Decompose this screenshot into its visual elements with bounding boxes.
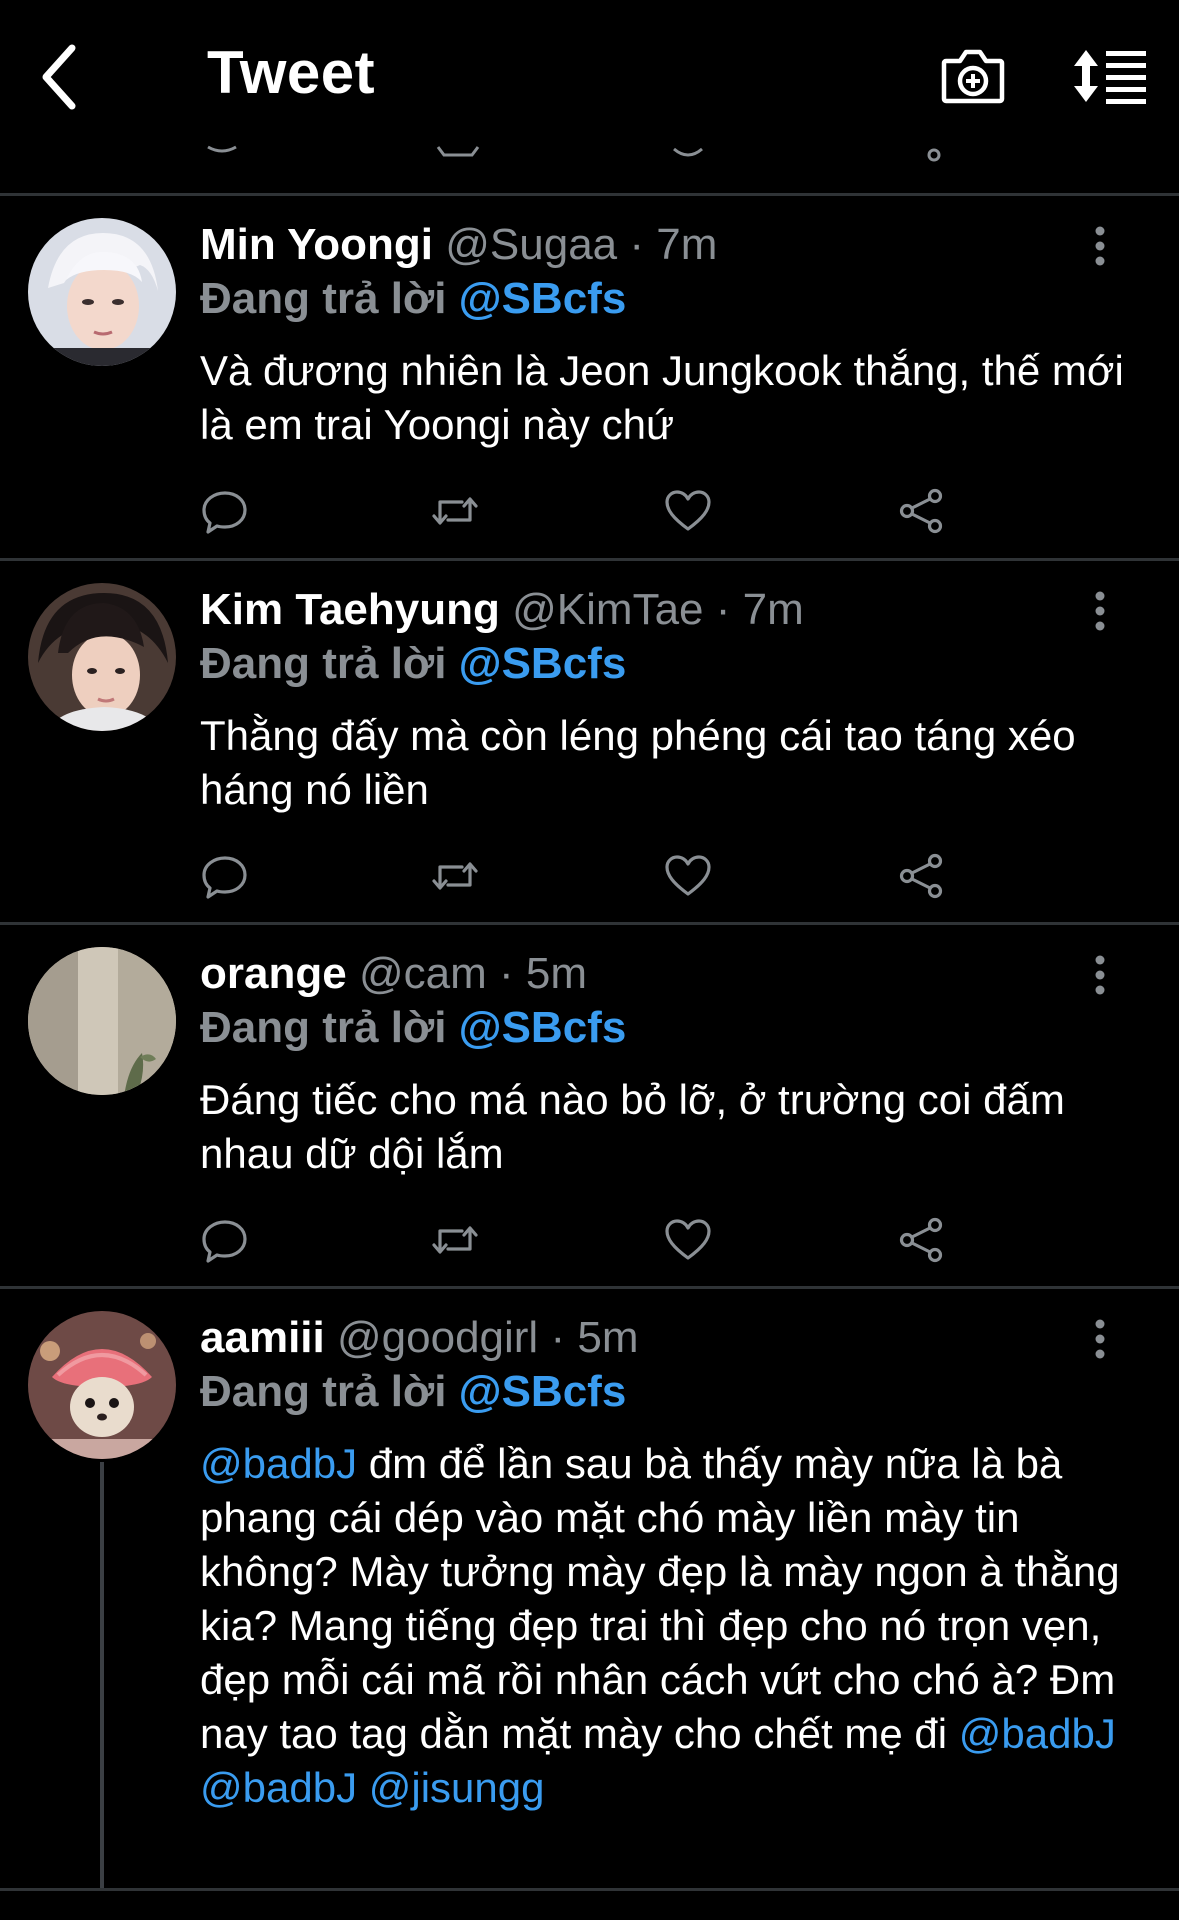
mention-link[interactable]: @badbJ bbox=[200, 1440, 357, 1487]
tweet-text: Và đương nhiên là Jeon Jungkook thắng, t… bbox=[200, 347, 1124, 448]
divider bbox=[0, 558, 1179, 561]
mention-link[interactable]: @SBcfs bbox=[459, 274, 627, 323]
replying-label: Đang trả lời bbox=[200, 1367, 447, 1416]
previous-tweet-actions bbox=[207, 145, 941, 162]
top-bar: Tweet bbox=[0, 0, 1179, 150]
timestamp: 5m bbox=[577, 1313, 639, 1362]
replying-to: Đang trả lời @SBcfs bbox=[200, 274, 626, 324]
more-options-icon[interactable] bbox=[1092, 591, 1108, 631]
camera-plus-icon[interactable] bbox=[940, 45, 1006, 107]
author-handle[interactable]: @Sugaa bbox=[445, 220, 617, 269]
more-options-icon[interactable] bbox=[1092, 955, 1108, 995]
tweet-actions bbox=[200, 851, 960, 901]
tweet-actions bbox=[200, 486, 960, 536]
reply-icon[interactable] bbox=[200, 486, 250, 536]
author-handle[interactable]: @cam bbox=[359, 949, 487, 998]
separator-dot: · bbox=[629, 220, 645, 269]
mention-link[interactable]: @SBcfs bbox=[459, 1003, 627, 1052]
author-name[interactable]: orange bbox=[200, 949, 347, 998]
timestamp: 7m bbox=[742, 585, 804, 634]
author-handle[interactable]: @KimTae bbox=[512, 585, 703, 634]
author-name[interactable]: Min Yoongi bbox=[200, 220, 433, 269]
divider bbox=[0, 1888, 1179, 1891]
like-icon[interactable] bbox=[663, 1215, 713, 1265]
reply-icon[interactable] bbox=[200, 1215, 250, 1265]
separator-dot: · bbox=[715, 585, 731, 634]
sort-list-icon[interactable] bbox=[1072, 48, 1148, 104]
share-icon[interactable] bbox=[897, 851, 947, 901]
tweet-text: @badbJ đm để lần sau bà thấy mày nữa là … bbox=[200, 1437, 1130, 1815]
timestamp: 5m bbox=[525, 949, 587, 998]
like-icon[interactable] bbox=[663, 486, 713, 536]
more-options-icon[interactable] bbox=[1092, 1319, 1108, 1359]
author-name[interactable]: Kim Taehyung bbox=[200, 585, 500, 634]
mention-link[interactable]: @badbJ bbox=[200, 1764, 357, 1811]
separator-dot: · bbox=[498, 949, 514, 998]
divider bbox=[0, 193, 1179, 196]
divider bbox=[0, 922, 1179, 925]
like-icon[interactable] bbox=[663, 851, 713, 901]
replying-to: Đang trả lời @SBcfs bbox=[200, 1367, 626, 1417]
tweet-text: Đáng tiếc cho má nào bỏ lỡ, ở trường coi… bbox=[200, 1076, 1065, 1177]
back-icon[interactable] bbox=[40, 42, 80, 112]
author-handle[interactable]: @goodgirl bbox=[337, 1313, 538, 1362]
page-title: Tweet bbox=[207, 39, 376, 106]
mention-link[interactable]: @SBcfs bbox=[459, 639, 627, 688]
replying-label: Đang trả lời bbox=[200, 1003, 447, 1052]
mention-link[interactable]: @jisungg bbox=[369, 1764, 545, 1811]
retweet-icon[interactable] bbox=[430, 486, 480, 536]
more-options-icon[interactable] bbox=[1092, 226, 1108, 266]
retweet-icon[interactable] bbox=[430, 1215, 480, 1265]
author-name[interactable]: aamiii bbox=[200, 1313, 325, 1362]
reply-icon[interactable] bbox=[200, 851, 250, 901]
replying-to: Đang trả lời @SBcfs bbox=[200, 1003, 626, 1053]
replying-label: Đang trả lời bbox=[200, 639, 447, 688]
avatar[interactable] bbox=[28, 1311, 176, 1459]
mention-link[interactable]: @SBcfs bbox=[459, 1367, 627, 1416]
thread-connector bbox=[100, 1462, 104, 1890]
replying-to: Đang trả lời @SBcfs bbox=[200, 639, 626, 689]
avatar[interactable] bbox=[28, 583, 176, 731]
timestamp: 7m bbox=[656, 220, 718, 269]
tweet-text: Thằng đấy mà còn léng phéng cái tao táng… bbox=[200, 712, 1076, 813]
retweet-icon[interactable] bbox=[430, 851, 480, 901]
avatar[interactable] bbox=[28, 947, 176, 1095]
share-icon[interactable] bbox=[897, 486, 947, 536]
divider bbox=[0, 1286, 1179, 1289]
share-icon[interactable] bbox=[897, 1215, 947, 1265]
separator-dot: · bbox=[550, 1313, 566, 1362]
tweet-actions bbox=[200, 1215, 960, 1265]
mention-link[interactable]: @badbJ bbox=[959, 1710, 1116, 1757]
avatar[interactable] bbox=[28, 218, 176, 366]
replying-label: Đang trả lời bbox=[200, 274, 447, 323]
